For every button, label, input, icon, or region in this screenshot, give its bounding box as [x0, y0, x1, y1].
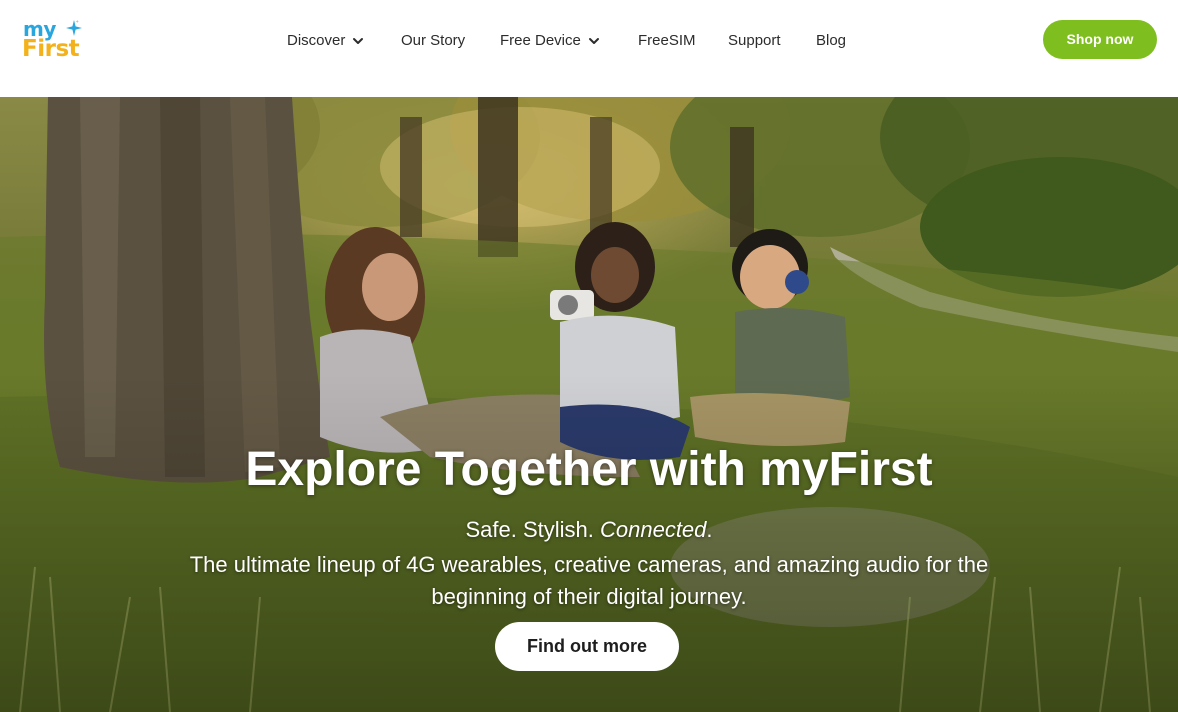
tagline-plain: Safe. Stylish.: [465, 517, 600, 542]
nav-item-support[interactable]: Support: [728, 31, 781, 51]
nav-item-blog[interactable]: Blog: [816, 31, 846, 51]
nav-item-freesim[interactable]: FreeSIM: [638, 31, 696, 51]
tagline-end: .: [706, 517, 713, 542]
hero-title: Explore Together with myFirst: [245, 443, 933, 496]
tagline-emphasis: Connected: [599, 517, 707, 542]
hero-description: The ultimate lineup of 4G wearables, cre…: [189, 552, 989, 609]
myfirst-logo[interactable]: my First: [22, 18, 92, 63]
nav-item-label: Support: [728, 32, 781, 49]
sparkle-icon: [66, 20, 82, 36]
shop-now-button[interactable]: Shop now: [1043, 20, 1157, 59]
nav-item-discover[interactable]: Discover: [287, 31, 364, 51]
hero-shade: [0, 97, 1178, 712]
hero-tagline: Safe. Stylish. Connected.: [0, 517, 1178, 543]
site-header: my First Discover Our Story Free Device …: [0, 0, 1178, 97]
chevron-down-icon: [588, 38, 599, 44]
nav-item-our-story[interactable]: Our Story: [401, 31, 465, 51]
nav-item-label: Discover: [287, 32, 346, 49]
logo-text-first: First: [22, 36, 80, 62]
nav-item-label: FreeSIM: [638, 32, 696, 49]
find-out-more-button[interactable]: Find out more: [495, 622, 679, 671]
nav-item-label: Our Story: [401, 32, 466, 49]
chevron-down-icon: [353, 38, 364, 44]
nav-item-label: Free Device: [500, 32, 581, 49]
nav-item-free-device[interactable]: Free Device: [500, 31, 600, 51]
nav-item-label: Blog: [816, 32, 847, 49]
hero-banner: Explore Together with myFirst Safe. Styl…: [0, 97, 1178, 712]
